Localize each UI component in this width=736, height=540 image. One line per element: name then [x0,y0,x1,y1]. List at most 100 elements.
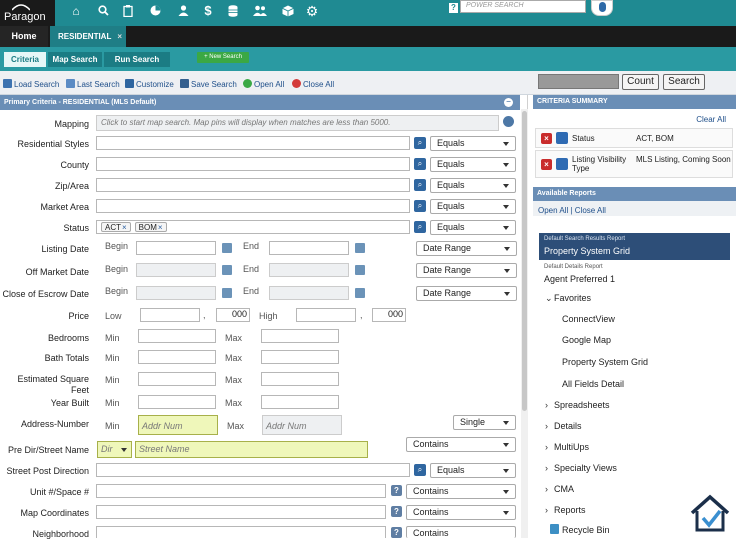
microphone-icon[interactable] [591,0,613,16]
group-specialty-views[interactable]: › Specialty Views [545,463,617,473]
escrow-date-begin[interactable] [136,286,216,300]
search-icon[interactable]: ⌕ [414,200,426,212]
street-post-direction-input[interactable] [96,463,410,477]
year-built-max[interactable] [261,395,339,409]
customize-button[interactable]: Customize [125,79,174,89]
address-number-operator[interactable]: Single [453,415,516,430]
search-icon[interactable]: ⌕ [414,179,426,191]
bath-max[interactable] [261,350,339,364]
panel-scrollbar[interactable] [521,109,528,538]
calendar-icon[interactable] [355,265,365,275]
last-search-button[interactable]: Last Search [66,79,120,89]
paragon-logo[interactable]: Paragon [0,0,55,26]
sqft-max[interactable] [261,372,339,386]
status-operator[interactable]: Equals [430,220,516,235]
help-icon[interactable]: ? [391,527,402,538]
street-name-operator[interactable]: Contains [406,437,516,452]
remove-chip-icon[interactable]: × [158,223,163,232]
edit-criteria-icon[interactable] [556,158,568,170]
neighborhood-input[interactable] [96,526,386,538]
tab-home[interactable]: Home [0,26,48,47]
help-icon[interactable]: ? [391,485,402,496]
cube-icon[interactable] [279,2,297,20]
pie-chart-icon[interactable] [146,2,164,20]
calendar-icon[interactable] [355,288,365,298]
address-number-min[interactable]: Addr Num [138,415,218,435]
home-icon[interactable]: ⌂ [67,2,85,20]
save-search-button[interactable]: Save Search [180,79,237,89]
zip-area-input[interactable] [96,178,410,192]
price-low-input[interactable] [140,308,200,322]
search-icon[interactable] [94,2,112,20]
street-post-direction-operator[interactable]: Equals [430,463,516,478]
market-area-operator[interactable]: Equals [430,199,516,214]
unit-space-operator[interactable]: Contains [406,484,516,499]
report-all-fields-detail[interactable]: All Fields Detail [562,379,624,389]
close-all-button[interactable]: Close All [292,79,334,89]
county-input[interactable] [96,157,410,171]
zip-area-operator[interactable]: Equals [430,178,516,193]
unit-space-input[interactable] [96,484,386,498]
edit-criteria-icon[interactable] [556,132,568,144]
help-icon[interactable]: ? [391,506,402,517]
search-icon[interactable]: ⌕ [414,158,426,170]
collapse-icon[interactable]: − [504,98,513,107]
search-icon[interactable]: ⌕ [414,221,426,233]
new-search-button[interactable]: + New Search [197,52,249,63]
group-multiups[interactable]: › MultiUps [545,442,589,452]
search-icon[interactable]: ⌕ [414,464,426,476]
close-tab-icon[interactable]: × [117,26,122,47]
map-coordinates-input[interactable] [96,505,386,519]
group-details[interactable]: › Details [545,421,582,431]
neighborhood-operator[interactable]: Contains [406,526,516,538]
residential-styles-input[interactable] [96,136,410,150]
load-search-button[interactable]: Load Search [3,79,59,89]
tab-run-search[interactable]: Run Search [104,52,170,67]
price-high-thousands[interactable]: 000 [372,308,406,322]
tab-criteria[interactable]: Criteria [4,52,46,67]
mapping-hint[interactable]: Click to start map search. Map pins will… [96,115,499,131]
scrollbar-thumb[interactable] [522,111,527,411]
clipboard-icon[interactable] [119,2,137,20]
group-spreadsheets[interactable]: › Spreadsheets [545,400,610,410]
dollar-icon[interactable]: $ [199,2,217,20]
off-market-date-begin[interactable] [136,263,216,277]
report-connectview[interactable]: ConnectView [562,314,615,324]
database-icon[interactable] [224,2,242,20]
bedrooms-min[interactable] [138,329,216,343]
open-all-button[interactable]: Open All [243,79,284,89]
county-operator[interactable]: Equals [430,157,516,172]
calendar-icon[interactable] [222,288,232,298]
price-low-thousands[interactable]: 000 [216,308,250,322]
tab-map-search[interactable]: Map Search [48,52,102,67]
pre-dir-select[interactable]: Dir [97,441,132,458]
people-icon[interactable] [251,2,269,20]
group-cma[interactable]: › CMA [545,484,574,494]
help-icon[interactable]: ? [449,3,458,13]
recycle-bin[interactable]: Recycle Bin [550,524,610,535]
listing-date-end[interactable] [269,241,349,255]
reports-open-all-link[interactable]: Open All [538,206,568,215]
price-high-input[interactable] [296,308,356,322]
bedrooms-max[interactable] [261,329,339,343]
report-property-system-grid[interactable]: Property System Grid [562,357,648,367]
street-name-input[interactable]: Street Name [135,441,368,458]
globe-icon[interactable] [503,116,514,127]
year-built-min[interactable] [138,395,216,409]
bath-min[interactable] [138,350,216,364]
search-icon[interactable]: ⌕ [414,137,426,149]
group-reports[interactable]: › Reports [545,505,586,515]
gear-icon[interactable]: ⚙ [303,2,321,20]
clear-all-link[interactable]: Clear All [696,115,726,124]
calendar-icon[interactable] [222,243,232,253]
market-area-input[interactable] [96,199,410,213]
reports-close-all-link[interactable]: Close All [575,206,606,215]
default-details-value[interactable]: Agent Preferred 1 [544,274,615,284]
power-search-input[interactable]: POWER SEARCH [460,0,586,13]
residential-styles-operator[interactable]: Equals [430,136,516,151]
escrow-date-operator[interactable]: Date Range [416,286,517,301]
calendar-icon[interactable] [355,243,365,253]
report-google-map[interactable]: Google Map [562,335,611,345]
default-search-report[interactable]: Default Search Results Report Property S… [539,233,730,260]
remove-criteria-icon[interactable]: × [541,159,552,170]
